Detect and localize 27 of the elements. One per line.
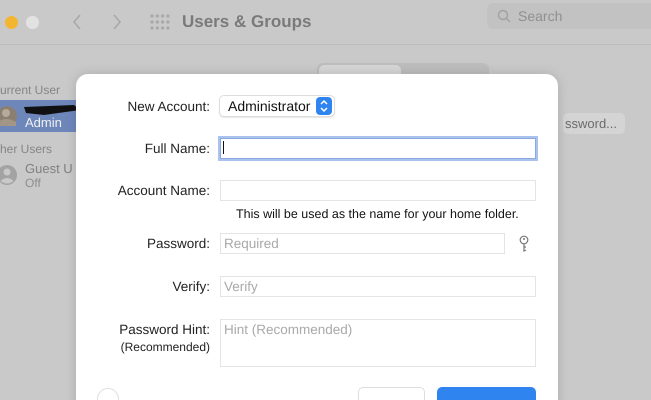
key-icon[interactable] — [519, 234, 529, 252]
user-name: Guest U — [25, 160, 73, 176]
user-name: Admin — [25, 115, 62, 130]
field-label: Verify: — [171, 279, 210, 296]
hint-field[interactable]: Hint (Recommended) — [220, 319, 536, 367]
field-sublabel: (Recommended) — [120, 340, 210, 354]
search-icon — [497, 9, 511, 23]
field-label: Full Name: — [144, 141, 210, 158]
forward-icon[interactable] — [112, 14, 122, 30]
sidebar-heading: urrent User — [0, 82, 62, 99]
field-label: Account Name: — [116, 183, 210, 200]
field-label: New Account: — [126, 98, 210, 114]
text-cursor — [223, 141, 224, 154]
minimize-button[interactable] — [5, 16, 18, 28]
password-field[interactable]: Required — [220, 233, 505, 254]
field-note: This will be used as the name for your home folder. — [236, 207, 519, 221]
change-password-button[interactable]: ssword... — [563, 113, 626, 134]
field-label: Password Hint: — [119, 322, 210, 337]
account-type-popup[interactable]: Administrator — [219, 95, 336, 117]
field-label: Password: — [146, 236, 210, 253]
user-status: Off — [25, 176, 42, 190]
back-icon[interactable] — [72, 14, 82, 30]
updown-icon — [316, 97, 332, 115]
text-field[interactable] — [220, 138, 536, 159]
grid-icon[interactable] — [150, 14, 170, 30]
window-title: Users & Groups — [182, 12, 312, 32]
zoom-button[interactable] — [26, 16, 39, 28]
